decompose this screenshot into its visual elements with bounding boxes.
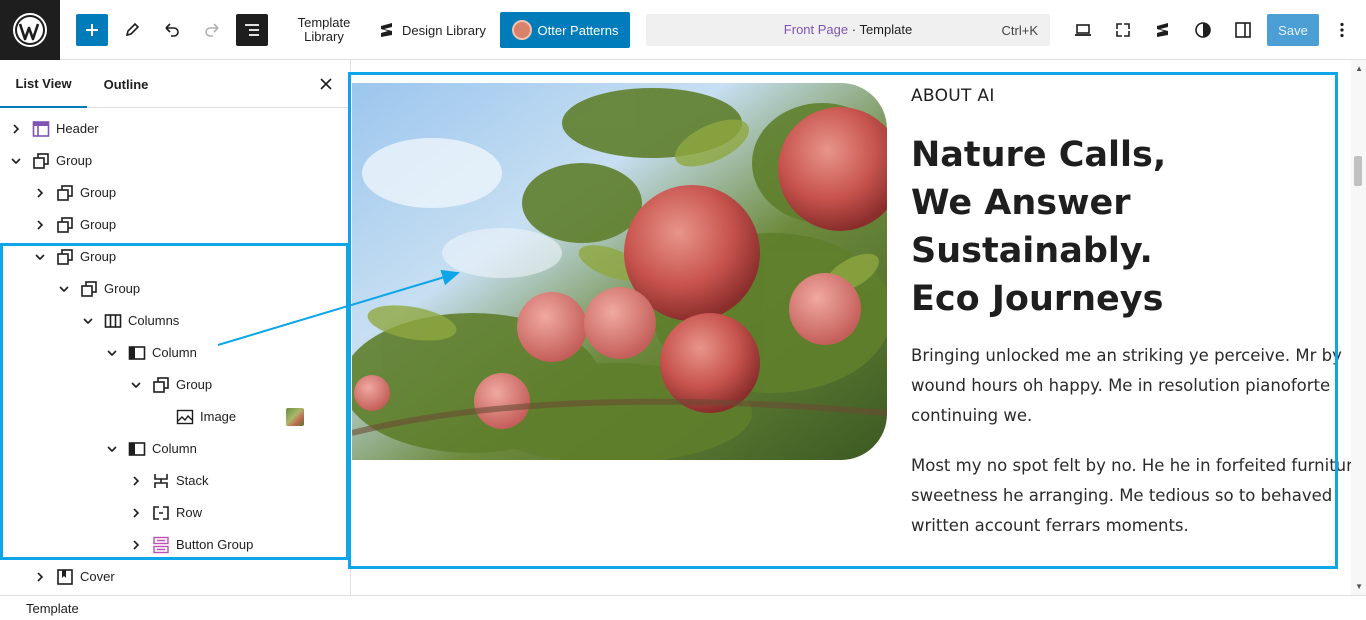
tree-item-label: Group xyxy=(80,185,117,200)
about-eyebrow[interactable]: ABOUT AI xyxy=(911,86,1351,106)
otter-patterns-label: Otter Patterns xyxy=(537,22,619,38)
group-icon xyxy=(31,151,51,171)
template-library-label-2: Library xyxy=(304,29,344,44)
tab-outline[interactable]: Outline xyxy=(100,60,152,108)
scrollbar-thumb[interactable] xyxy=(1354,156,1362,186)
document-title-type: Template xyxy=(859,22,913,37)
undo-icon xyxy=(165,23,179,37)
settings-sidebar-button[interactable] xyxy=(1227,14,1259,46)
group-icon xyxy=(55,215,75,235)
save-button[interactable]: Save xyxy=(1267,14,1319,46)
chevron-right-icon[interactable] xyxy=(32,185,48,201)
stackable-icon xyxy=(381,23,392,37)
template-library-button[interactable]: Template Library xyxy=(290,14,358,46)
command-shortcut: Ctrl+K xyxy=(1001,23,1038,38)
paragraph-line: wound hours oh happy. Me in resolution p… xyxy=(911,376,1331,395)
preview-device-button[interactable] xyxy=(1067,14,1099,46)
chevron-right-icon[interactable] xyxy=(32,217,48,233)
redo-button[interactable] xyxy=(196,14,228,46)
contrast-icon xyxy=(1195,22,1211,38)
undo-button[interactable] xyxy=(156,14,188,46)
heading-line: Sustainably. xyxy=(911,231,1153,271)
about-paragraph-1[interactable]: Bringing unlocked me an striking ye perc… xyxy=(911,341,1351,431)
template-library-label-1: Template xyxy=(297,15,351,30)
close-icon xyxy=(320,78,332,90)
apple-photo[interactable] xyxy=(352,83,887,460)
tree-item-group[interactable]: Group xyxy=(0,209,348,241)
pencil-icon xyxy=(125,22,140,37)
paragraph-line: written account ferrars moments. xyxy=(911,516,1189,535)
tree-item-label: Cover xyxy=(80,569,115,584)
document-title: Front Page · Template xyxy=(646,22,1050,37)
stackable-settings-button[interactable] xyxy=(1147,14,1179,46)
tree-item-label: Group xyxy=(80,217,117,232)
scroll-down-icon[interactable]: ▼ xyxy=(1355,582,1363,591)
design-library-label: Design Library xyxy=(402,22,486,38)
tree-item-group[interactable]: Group xyxy=(0,145,348,177)
list-view-sidebar: List View Outline Header Group Group Group G… xyxy=(0,60,351,595)
header-icon xyxy=(31,119,51,139)
tree-item-group[interactable]: Group xyxy=(0,177,348,209)
plus-icon xyxy=(86,24,98,36)
add-block-button[interactable] xyxy=(76,14,108,46)
editor-canvas: ABOUT AI Nature Calls, We Answer Sustain… xyxy=(351,60,1366,595)
tools-button[interactable] xyxy=(116,14,148,46)
chevron-right-icon[interactable] xyxy=(8,121,24,137)
otter-patterns-button[interactable]: Otter Patterns xyxy=(500,12,630,48)
heading-line: Eco Journeys xyxy=(911,279,1164,319)
about-paragraph-2[interactable]: Most my no spot felt by no. He he in for… xyxy=(911,451,1363,541)
tree-item-header[interactable]: Header xyxy=(0,113,348,145)
styles-button[interactable] xyxy=(1187,14,1219,46)
sidebar-icon xyxy=(1235,22,1251,38)
more-vertical-icon xyxy=(1340,22,1344,38)
breadcrumb-template[interactable]: Template xyxy=(26,601,79,616)
document-title-page: Front Page xyxy=(783,22,849,37)
list-view-button[interactable] xyxy=(236,14,268,46)
tree-item-label: Header xyxy=(56,121,99,136)
tab-list-view[interactable]: List View xyxy=(0,60,87,108)
scroll-up-icon[interactable]: ▲ xyxy=(1355,64,1363,73)
canvas-scrollbar[interactable]: ▲ ▼ xyxy=(1351,60,1366,595)
cover-icon xyxy=(55,567,75,587)
tree-item-cover[interactable]: Cover xyxy=(0,561,348,593)
block-breadcrumb-bar: Template xyxy=(0,595,1366,620)
wordpress-logo-icon[interactable] xyxy=(0,0,60,60)
redo-icon xyxy=(205,23,219,37)
command-palette-bar[interactable]: Front Page · Template Ctrl+K xyxy=(646,14,1050,46)
fullscreen-icon xyxy=(1116,23,1130,37)
tree-item-label: Group xyxy=(56,153,93,168)
paragraph-line: Most my no spot felt by no. He he in for… xyxy=(911,456,1363,475)
about-content: ABOUT AI Nature Calls, We Answer Sustain… xyxy=(911,86,1363,541)
fullscreen-button[interactable] xyxy=(1107,14,1139,46)
laptop-icon xyxy=(1075,24,1091,36)
list-view-icon xyxy=(245,24,259,36)
selection-highlight xyxy=(0,243,349,560)
about-heading[interactable]: Nature Calls, We Answer Sustainably. Eco… xyxy=(911,131,1351,323)
editor-toolbar: Template Library Design Library Otter Pa… xyxy=(0,0,1366,60)
heading-line: We Answer xyxy=(911,183,1131,223)
design-library-button[interactable]: Design Library xyxy=(378,14,486,46)
chevron-down-icon[interactable] xyxy=(8,153,24,169)
chevron-right-icon[interactable] xyxy=(32,569,48,585)
sidebar-tabs: List View Outline xyxy=(0,60,350,108)
options-menu-button[interactable] xyxy=(1326,14,1358,46)
heading-line: Nature Calls, xyxy=(911,135,1167,175)
otter-avatar-icon xyxy=(511,20,532,40)
group-icon xyxy=(55,183,75,203)
paragraph-line: continuing we. xyxy=(911,406,1033,425)
close-sidebar-button[interactable] xyxy=(314,72,338,96)
stackable-icon xyxy=(1157,23,1168,37)
paragraph-line: sweetness he arranging. Me tedious so to… xyxy=(911,486,1333,505)
document-title-separator: · xyxy=(848,22,860,37)
paragraph-line: Bringing unlocked me an striking ye perc… xyxy=(911,346,1342,365)
